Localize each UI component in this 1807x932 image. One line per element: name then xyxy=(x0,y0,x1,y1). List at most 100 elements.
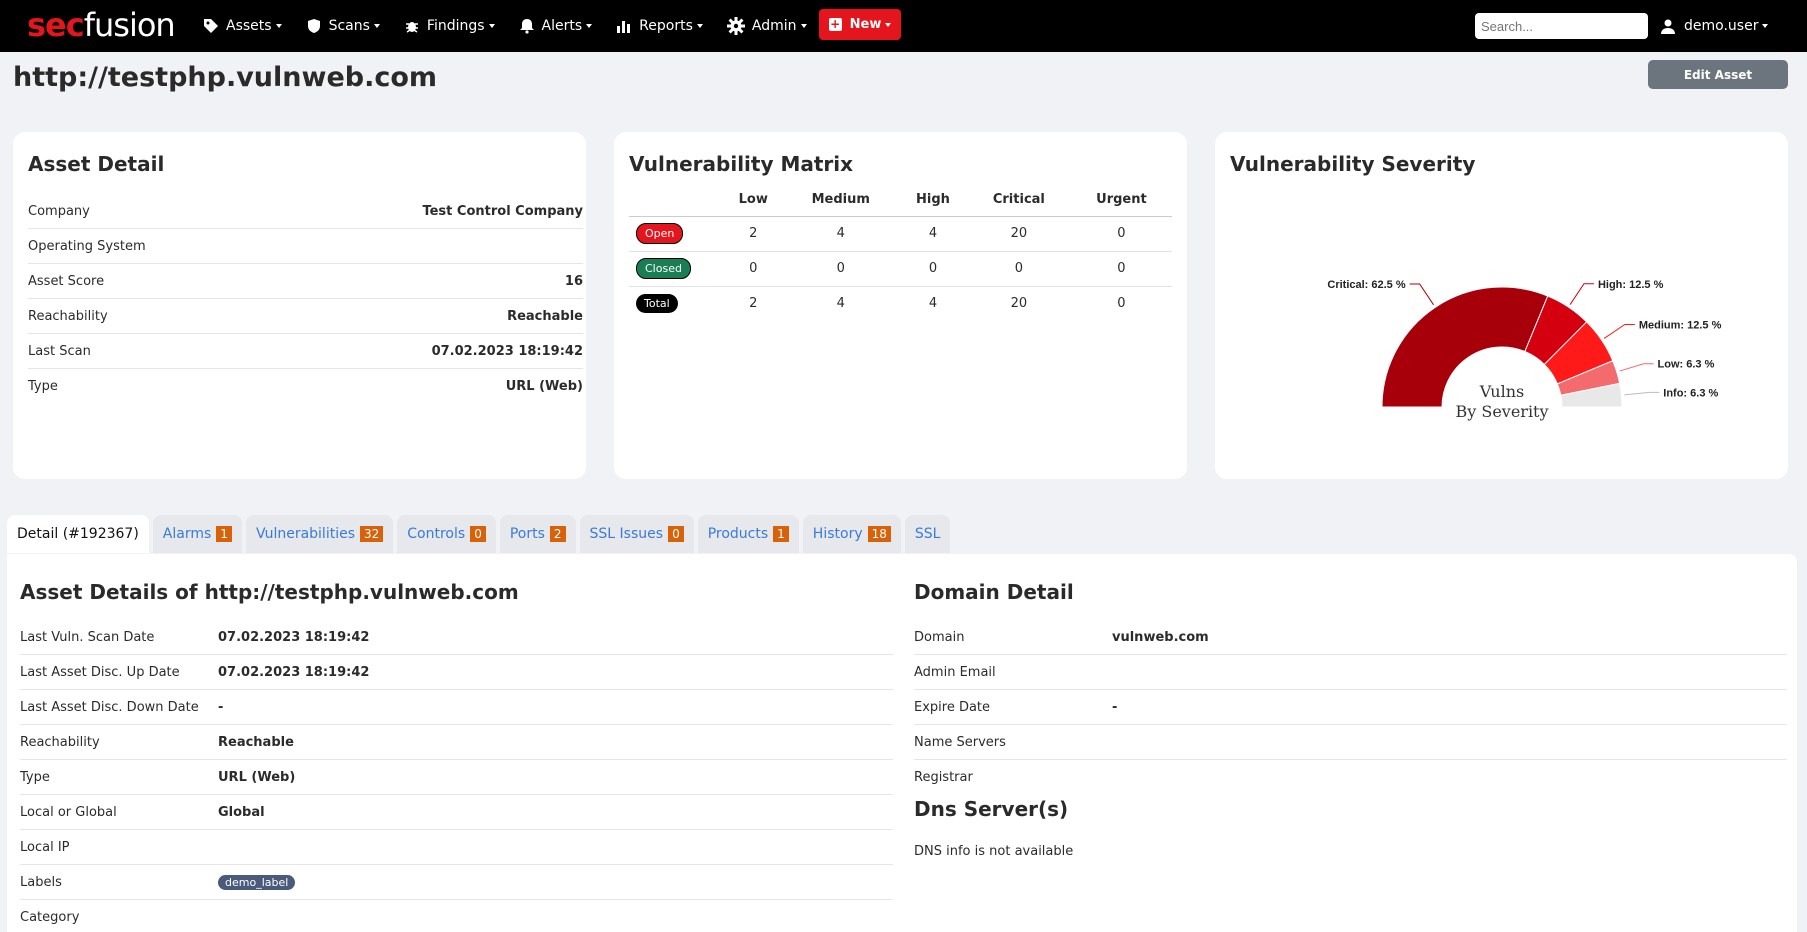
matrix-cell[interactable]: 0 xyxy=(782,251,900,287)
kv-row: Name Servers xyxy=(914,725,1787,760)
kv-row: Category xyxy=(20,900,893,932)
kv-label: Last Asset Disc. Up Date xyxy=(20,664,180,680)
nav-reports-label: Reports xyxy=(639,18,693,34)
kv-row: Registrar xyxy=(914,760,1787,795)
nav-alerts[interactable]: Alerts xyxy=(519,18,593,34)
matrix-cell[interactable]: 0 xyxy=(899,251,967,287)
detail-row: Asset Score 16 xyxy=(28,264,583,299)
matrix-cell[interactable]: 2 xyxy=(724,286,782,321)
matrix-corner xyxy=(629,184,724,217)
tab-products[interactable]: Products 1 xyxy=(697,515,799,553)
tab-history[interactable]: History 18 xyxy=(802,515,901,553)
matrix-row-open: Open 2 4 4 20 0 xyxy=(629,216,1172,252)
tag-icon xyxy=(204,19,218,33)
nav-reports[interactable]: Reports xyxy=(616,18,703,34)
vulnerability-matrix-card: Vulnerability Matrix Low Medium High Cri… xyxy=(614,132,1187,479)
caret-down-icon xyxy=(1762,24,1769,28)
tab-detail[interactable]: Detail (#192367) xyxy=(7,515,149,553)
matrix-col-header: Low xyxy=(724,184,783,217)
matrix-row-closed: Closed 0 0 0 0 0 xyxy=(629,251,1172,287)
new-button[interactable]: + New xyxy=(819,9,901,40)
matrix-cell[interactable]: 20 xyxy=(966,216,1071,252)
dns-servers-title: Dns Server(s) xyxy=(914,797,1069,821)
label-chip[interactable]: demo_label xyxy=(218,874,296,890)
detail-label: Company xyxy=(28,203,90,219)
matrix-cell[interactable]: 2 xyxy=(724,216,783,252)
kv-label: Category xyxy=(20,910,80,925)
matrix-cell[interactable]: 0 xyxy=(1071,286,1172,321)
slice-leader-line xyxy=(1624,391,1660,396)
matrix-col-header: High xyxy=(899,184,967,217)
matrix-cell[interactable]: 4 xyxy=(782,286,899,321)
main-nav: Assets Scans Findings Alerts Reports Adm… xyxy=(203,0,831,52)
tab-ssl-issues[interactable]: SSL Issues 0 xyxy=(579,515,694,553)
caret-down-icon xyxy=(800,24,807,28)
kv-row: Reachability Reachable xyxy=(20,725,893,760)
vulnerability-severity-card: Vulnerability Severity Critical: 62.5 % H… xyxy=(1215,132,1788,479)
tab-ports[interactable]: Ports 2 xyxy=(499,515,576,553)
detail-label: Asset Score xyxy=(28,273,105,289)
matrix-cell[interactable]: 0 xyxy=(966,251,1071,287)
tab-count-badge: 0 xyxy=(470,526,486,542)
nav-admin[interactable]: Admin xyxy=(726,17,807,35)
tab-label: Ports xyxy=(509,526,545,542)
tab-vulnerabilities[interactable]: Vulnerabilities 32 xyxy=(245,515,394,553)
kv-label: Last Vuln. Scan Date xyxy=(20,629,155,645)
kv-row: Local IP xyxy=(20,830,893,865)
matrix-cell[interactable]: 4 xyxy=(782,216,900,252)
kv-value: Global xyxy=(218,804,265,820)
secfusion-logo[interactable]: sec fusion xyxy=(27,6,176,46)
plus-icon: + xyxy=(828,17,842,31)
kv-value: vulnweb.com xyxy=(1112,629,1209,645)
domain-details-list: Domain vulnweb.com Admin Email Expire Dat… xyxy=(914,620,1787,795)
matrix-col-header: Urgent xyxy=(1070,184,1172,217)
matrix-cell[interactable]: 0 xyxy=(1070,251,1172,287)
kv-value: - xyxy=(218,699,224,715)
kv-label: Type xyxy=(20,769,50,785)
logo-fusion-text: fusion xyxy=(83,6,176,44)
kv-value: - xyxy=(1112,699,1118,715)
user-menu[interactable]: demo.user xyxy=(1660,0,1769,52)
nav-admin-label: Admin xyxy=(751,18,797,34)
nav-assets[interactable]: Assets xyxy=(203,18,282,34)
closed-badge: Closed xyxy=(636,258,691,279)
nav-alerts-label: Alerts xyxy=(541,18,583,34)
tab-count-badge: 0 xyxy=(668,526,684,542)
tab-ssl[interactable]: SSL xyxy=(904,515,951,553)
kv-row: Last Asset Disc. Up Date 07.02.2023 18:19… xyxy=(20,655,893,690)
caret-down-icon xyxy=(586,24,593,28)
matrix-cell[interactable]: 4 xyxy=(899,216,967,252)
detail-label: Operating System xyxy=(28,238,146,254)
kv-row: Last Asset Disc. Down Date - xyxy=(20,690,893,725)
edit-asset-button[interactable]: Edit Asset xyxy=(1648,60,1788,89)
matrix-cell[interactable]: 0 xyxy=(724,251,783,287)
slice-label: Info: 6.3 % xyxy=(1663,387,1718,399)
matrix-cell[interactable]: 0 xyxy=(1070,216,1172,252)
slice-label: High: 12.5 % xyxy=(1598,279,1664,291)
slice-label: Critical: 62.5 % xyxy=(1327,279,1405,291)
matrix-cell[interactable]: 4 xyxy=(899,286,967,321)
vulnerability-matrix-table: Low Medium High Critical Urgent Open 2 4… xyxy=(629,184,1172,321)
matrix-cell[interactable]: 20 xyxy=(967,286,1071,321)
nav-assets-label: Assets xyxy=(226,18,272,34)
matrix-col-header: Critical xyxy=(966,184,1071,217)
kv-row: Labels demo_label xyxy=(20,865,893,900)
detail-value: Reachable xyxy=(507,308,583,324)
kv-label: Registrar xyxy=(914,770,973,785)
tab-alarms[interactable]: Alarms 1 xyxy=(152,515,242,553)
kv-label: Expire Date xyxy=(914,699,991,715)
asset-detail-title: Asset Detail xyxy=(28,152,165,176)
tab-count-badge: 2 xyxy=(549,526,566,542)
detail-value: 16 xyxy=(564,273,583,289)
kv-row: Last Vuln. Scan Date 07.02.2023 18:19:42 xyxy=(20,620,893,655)
tab-controls[interactable]: Controls 0 xyxy=(397,515,496,553)
kv-label: Labels xyxy=(20,874,62,890)
asset-detail-list: Company Test Control Company Operating Sy… xyxy=(28,194,583,404)
kv-label: Last Asset Disc. Down Date xyxy=(20,699,199,715)
nav-scans[interactable]: Scans xyxy=(306,18,380,34)
nav-findings[interactable]: Findings xyxy=(404,18,495,34)
detail-row: Type URL (Web) xyxy=(28,369,583,404)
search-input[interactable] xyxy=(1475,13,1648,39)
kv-row: Type URL (Web) xyxy=(20,760,893,795)
slice-leader-line xyxy=(1409,283,1434,306)
